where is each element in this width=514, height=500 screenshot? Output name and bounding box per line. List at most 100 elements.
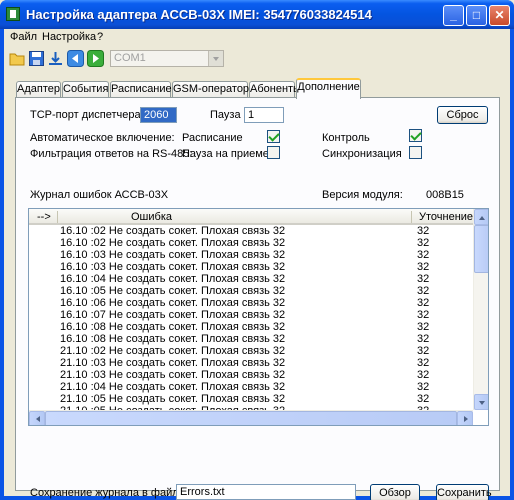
tab-events[interactable]: События <box>62 81 109 98</box>
title-bar[interactable]: Настройка адаптера АССВ-03Х IMEI: 354776… <box>0 0 514 29</box>
column-header-detail[interactable]: Уточнение <box>419 211 473 223</box>
tab-subscribers[interactable]: Абоненты <box>249 81 301 98</box>
port-combo[interactable]: COM1 <box>110 50 224 67</box>
detail-cell: 32 <box>417 225 430 237</box>
pause-label: Пауза <box>210 109 241 121</box>
tab-schedule[interactable]: Расписание <box>110 81 172 98</box>
error-cell: 16.10 :08 Не создать сокет. Плохая связь… <box>60 333 286 345</box>
error-journal-list[interactable]: --> Ошибка Уточнение 16.10 :02 Не создат… <box>28 208 489 426</box>
forward-arrow-icon[interactable] <box>87 50 104 67</box>
tcp-port-input[interactable]: 2060 <box>140 107 177 123</box>
tab-extra[interactable]: Дополнение <box>296 78 361 99</box>
back-arrow-icon[interactable] <box>67 50 84 67</box>
detail-cell: 32 <box>417 285 430 297</box>
maximize-button[interactable]: □ <box>466 5 487 26</box>
chevron-left-icon <box>33 416 40 422</box>
table-row[interactable]: 21.10 :04 Не создать сокет. Плохая связь… <box>29 381 473 393</box>
chevron-right-icon <box>464 416 471 422</box>
control-checkbox[interactable] <box>409 129 422 142</box>
reset-button[interactable]: Сброс <box>437 106 488 124</box>
scroll-down-button[interactable] <box>474 394 488 410</box>
menu-help[interactable]: ? <box>97 31 103 43</box>
detail-cell: 32 <box>417 321 430 333</box>
pause-input[interactable]: 1 <box>244 107 284 123</box>
column-header-arrow[interactable]: --> <box>37 211 51 223</box>
detail-cell: 32 <box>417 345 430 357</box>
module-version-value: 008B15 <box>426 189 464 201</box>
app-window: Настройка адаптера АССВ-03Х IMEI: 354776… <box>0 0 514 500</box>
detail-cell: 32 <box>417 381 430 393</box>
table-row[interactable]: 21.10 :02 Не создать сокет. Плохая связь… <box>29 345 473 357</box>
column-header-error[interactable]: Ошибка <box>131 211 172 223</box>
open-folder-icon[interactable] <box>9 50 26 67</box>
sync-label: Синхронизация <box>322 148 402 160</box>
rs485-filter-label: Фильтрация ответов на RS-485: <box>30 148 193 160</box>
tab-gsm-operator[interactable]: GSM-оператор <box>172 81 249 98</box>
table-row[interactable]: 21.10 :03 Не создать сокет. Плохая связь… <box>29 357 473 369</box>
table-row[interactable]: 16.10 :04 Не создать сокет. Плохая связь… <box>29 273 473 285</box>
save-icon[interactable] <box>28 50 45 67</box>
client-area: Файл Настройка ? COM1 Адаптер События Ра… <box>4 29 510 500</box>
error-cell: 16.10 :08 Не создать сокет. Плохая связь… <box>60 321 286 333</box>
tcp-port-label: TCP-порт диспетчера <box>30 109 141 121</box>
detail-cell: 32 <box>417 309 430 321</box>
module-version-label: Версия модуля: <box>322 189 403 201</box>
table-row[interactable]: 16.10 :06 Не создать сокет. Плохая связь… <box>29 297 473 309</box>
table-row[interactable]: 16.10 :08 Не создать сокет. Плохая связь… <box>29 321 473 333</box>
save-button[interactable]: Сохранить <box>436 484 492 500</box>
table-row[interactable]: 16.10 :03 Не создать сокет. Плохая связь… <box>29 249 473 261</box>
scroll-left-button[interactable] <box>29 411 45 425</box>
error-cell: 16.10 :02 Не создать сокет. Плохая связь… <box>60 237 286 249</box>
table-row[interactable]: 16.10 :02 Не создать сокет. Плохая связь… <box>29 225 473 237</box>
tab-adapter[interactable]: Адаптер <box>16 81 61 98</box>
auto-enable-label: Автоматическое включение: <box>30 132 175 144</box>
column-divider[interactable] <box>411 211 412 223</box>
menu-settings[interactable]: Настройка <box>42 31 96 43</box>
scroll-up-button[interactable] <box>474 209 488 225</box>
chevron-down-icon[interactable] <box>208 51 223 66</box>
browse-button[interactable]: Обзор <box>370 484 420 500</box>
vertical-scrollbar[interactable] <box>473 209 488 410</box>
sync-checkbox[interactable] <box>409 146 422 159</box>
app-icon <box>6 7 20 21</box>
port-combo-value: COM1 <box>114 52 146 64</box>
control-label: Контроль <box>322 132 370 144</box>
table-row[interactable]: 16.10 :07 Не создать сокет. Плохая связь… <box>29 309 473 321</box>
horizontal-scroll-thumb[interactable] <box>45 411 457 425</box>
column-divider[interactable] <box>57 211 58 223</box>
chevron-down-icon <box>479 401 485 408</box>
detail-cell: 32 <box>417 273 430 285</box>
error-cell: 16.10 :06 Не создать сокет. Плохая связь… <box>60 297 286 309</box>
table-row[interactable]: 21.10 :05 Не создать сокет. Плохая связь… <box>29 393 473 405</box>
detail-cell: 32 <box>417 393 430 405</box>
error-cell: 16.10 :07 Не создать сокет. Плохая связь… <box>60 309 286 321</box>
detail-cell: 32 <box>417 369 430 381</box>
error-cell: 21.10 :05 Не создать сокет. Плохая связь… <box>60 393 286 405</box>
error-cell: 16.10 :03 Не создать сокет. Плохая связь… <box>60 261 286 273</box>
tab-panel: TCP-порт диспетчера 2060 Пауза 1 Сброс А… <box>15 97 500 500</box>
minimize-button[interactable]: _ <box>443 5 464 26</box>
close-button[interactable]: ✕ <box>489 5 510 26</box>
error-cell: 21.10 :02 Не создать сокет. Плохая связь… <box>60 345 286 357</box>
download-icon[interactable] <box>47 50 64 67</box>
detail-cell: 32 <box>417 297 430 309</box>
schedule-label: Расписание <box>182 132 243 144</box>
table-row[interactable]: 16.10 :08 Не создать сокет. Плохая связь… <box>29 333 473 345</box>
horizontal-scrollbar[interactable] <box>29 410 473 425</box>
list-header: --> Ошибка Уточнение <box>29 209 473 225</box>
table-row[interactable]: 16.10 :02 Не создать сокет. Плохая связь… <box>29 237 473 249</box>
table-row[interactable]: 16.10 :05 Не создать сокет. Плохая связь… <box>29 285 473 297</box>
schedule-checkbox[interactable] <box>267 130 280 143</box>
error-cell: 16.10 :02 Не создать сокет. Плохая связь… <box>60 225 286 237</box>
detail-cell: 32 <box>417 261 430 273</box>
menu-file[interactable]: Файл <box>10 31 37 43</box>
pause-on-receive-checkbox[interactable] <box>267 146 280 159</box>
list-rows: 16.10 :02 Не создать сокет. Плохая связь… <box>29 225 473 417</box>
error-cell: 21.10 :03 Не создать сокет. Плохая связь… <box>60 357 286 369</box>
menu-bar: Файл Настройка ? <box>4 29 510 46</box>
scroll-right-button[interactable] <box>457 411 473 425</box>
vertical-scroll-thumb[interactable] <box>474 225 488 273</box>
journal-filename-input[interactable]: Errors.txt <box>176 484 356 500</box>
table-row[interactable]: 21.10 :03 Не создать сокет. Плохая связь… <box>29 369 473 381</box>
table-row[interactable]: 16.10 :03 Не создать сокет. Плохая связь… <box>29 261 473 273</box>
